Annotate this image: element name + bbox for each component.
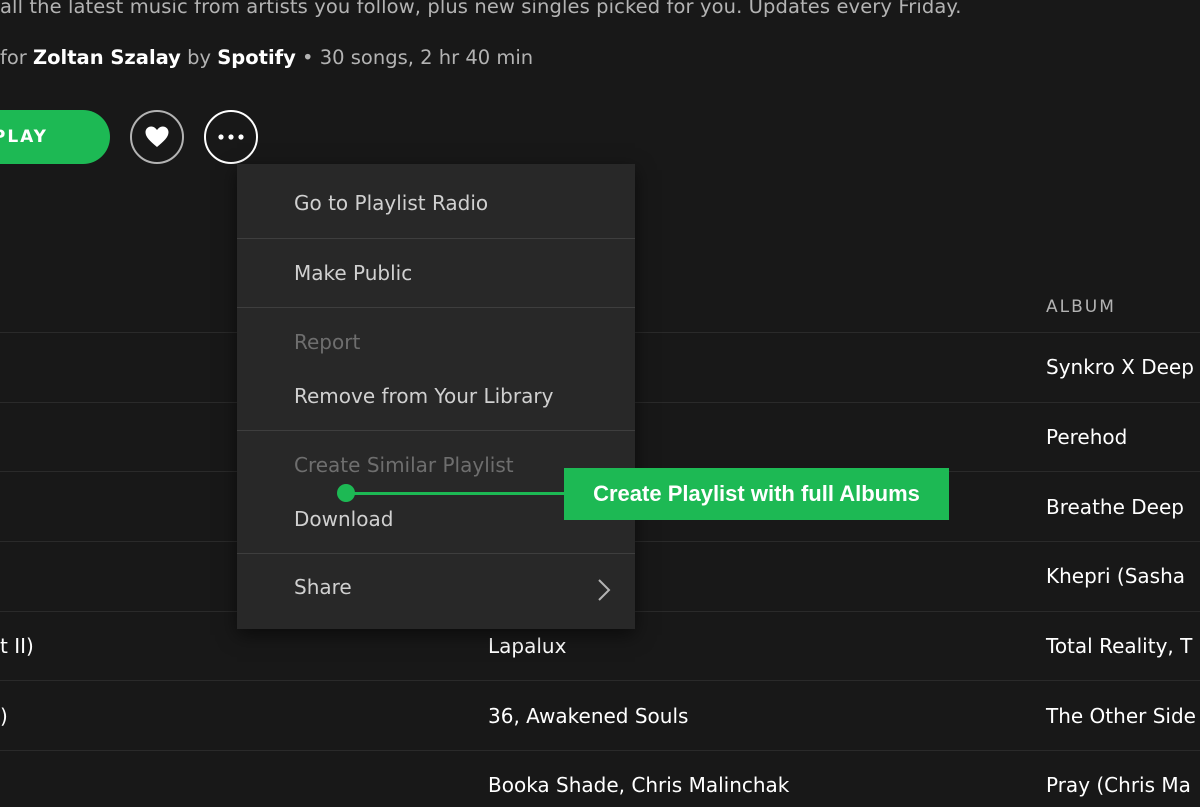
- track-album[interactable]: Total Reality, T: [1046, 612, 1192, 681]
- play-button[interactable]: PLAY: [0, 110, 110, 164]
- playlist-stats: 30 songs, 2 hr 40 min: [319, 46, 534, 69]
- menu-item-report: Report: [294, 330, 361, 354]
- save-to-library-button[interactable]: [130, 110, 184, 164]
- menu-item-make-public[interactable]: Make Public: [294, 261, 412, 285]
- context-menu: Go to Playlist Radio Make Public Report …: [237, 164, 635, 629]
- menu-item-download[interactable]: Download: [294, 507, 393, 531]
- playlist-meta: for Zoltan Szalay by Spotify • 30 songs,…: [0, 46, 533, 69]
- menu-divider: [237, 553, 635, 554]
- meta-by: by: [187, 46, 212, 69]
- owner-link[interactable]: Zoltan Szalay: [33, 46, 181, 69]
- play-button-label: PLAY: [0, 127, 48, 147]
- track-row[interactable]: Booka Shade, Chris Malinchak Pray (Chris…: [0, 750, 1200, 807]
- playlist-description: all the latest music from artists you fo…: [0, 0, 962, 18]
- track-artist[interactable]: Booka Shade, Chris Malinchak: [488, 751, 789, 807]
- track-album[interactable]: Synkro X Deep: [1046, 333, 1194, 402]
- callout-marker: [337, 484, 355, 502]
- more-options-button[interactable]: [204, 110, 258, 164]
- playlist-page: all the latest music from artists you fo…: [0, 0, 1200, 807]
- track-title: ): [0, 703, 8, 728]
- chevron-right-icon: [598, 579, 611, 601]
- meta-separator: •: [302, 46, 314, 69]
- column-header-album[interactable]: ALBUM: [1046, 297, 1116, 317]
- track-album[interactable]: Breathe Deep: [1046, 472, 1184, 541]
- track-row[interactable]: ) 36, Awakened Souls The Other Side: [0, 680, 1200, 750]
- track-artist[interactable]: 36, Awakened Souls: [488, 681, 688, 750]
- menu-item-share[interactable]: Share: [294, 575, 352, 599]
- creator-link[interactable]: Spotify: [217, 46, 296, 69]
- menu-item-playlist-radio[interactable]: Go to Playlist Radio: [294, 191, 488, 215]
- heart-icon: [145, 126, 169, 147]
- callout-label: Create Playlist with full Albums: [564, 468, 949, 520]
- menu-divider: [237, 307, 635, 308]
- more-icon: [218, 134, 244, 140]
- track-title: t II): [0, 634, 34, 659]
- track-album[interactable]: Pray (Chris Ma: [1046, 751, 1191, 807]
- track-album[interactable]: The Other Side: [1046, 681, 1196, 750]
- track-album[interactable]: Khepri (Sasha: [1046, 542, 1185, 611]
- meta-prefix: for: [0, 46, 27, 69]
- menu-item-create-similar-playlist: Create Similar Playlist: [294, 453, 514, 477]
- track-album[interactable]: Perehod: [1046, 403, 1127, 472]
- menu-divider: [237, 430, 635, 431]
- menu-divider: [237, 238, 635, 239]
- menu-item-remove-from-library[interactable]: Remove from Your Library: [294, 384, 553, 408]
- callout-connector: [346, 492, 566, 495]
